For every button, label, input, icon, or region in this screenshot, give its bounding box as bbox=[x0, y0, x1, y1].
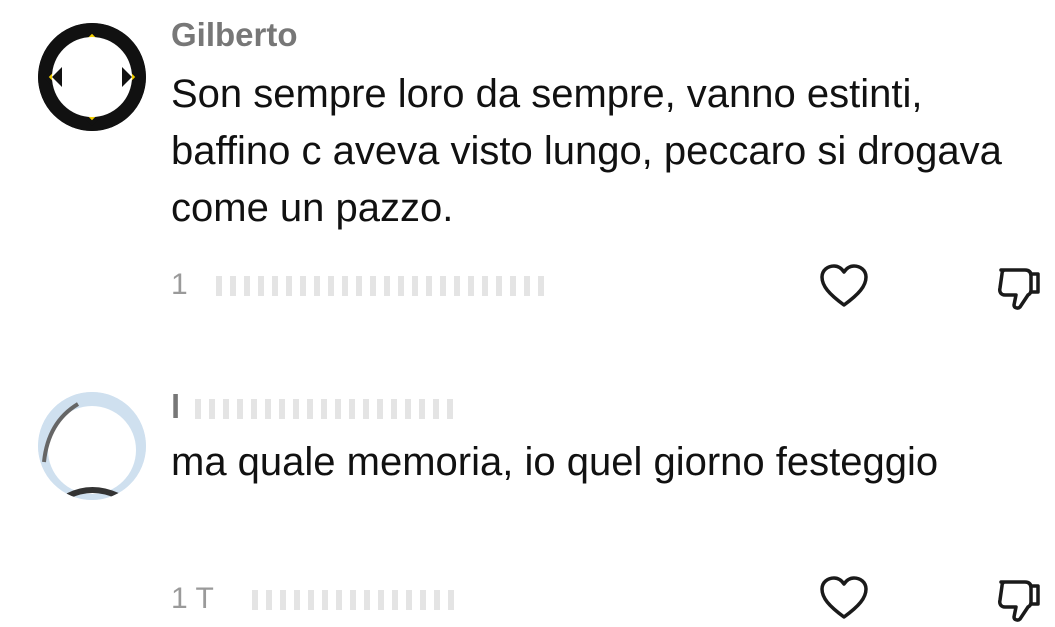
heart-icon bbox=[820, 576, 868, 619]
avatar[interactable] bbox=[38, 392, 146, 500]
thumbs-down-icon bbox=[998, 580, 1040, 622]
redacted-meta bbox=[251, 590, 462, 611]
heart-icon bbox=[820, 264, 868, 307]
redacted-author bbox=[195, 399, 456, 420]
avatar-image bbox=[38, 23, 146, 131]
redacted-meta bbox=[216, 276, 547, 297]
dislike-button[interactable] bbox=[992, 261, 1044, 313]
comment-author[interactable]: l bbox=[171, 388, 456, 426]
avatar[interactable] bbox=[38, 23, 146, 131]
comment-meta-text: 1 T bbox=[171, 582, 214, 615]
comment-meta: 1 bbox=[171, 268, 547, 302]
comment-item: l ma quale memoria, io quel giorno feste… bbox=[0, 370, 1055, 627]
comment-meta-text: 1 bbox=[171, 268, 188, 301]
avatar-image bbox=[38, 392, 146, 500]
comment-author[interactable]: Gilberto bbox=[171, 16, 298, 54]
comment-author-text: l bbox=[171, 388, 181, 425]
comment-item: Gilberto Son sempre loro da sempre, vann… bbox=[0, 0, 1055, 330]
like-button[interactable] bbox=[818, 261, 870, 313]
comment-meta: 1 T bbox=[171, 582, 462, 616]
comment-text: Son sempre loro da sempre, vanno estinti… bbox=[171, 72, 1002, 230]
dislike-button[interactable] bbox=[992, 573, 1044, 625]
comment-text: ma quale memoria, io quel giorno festegg… bbox=[171, 440, 939, 484]
thumbs-down-icon bbox=[998, 268, 1040, 310]
like-button[interactable] bbox=[818, 573, 870, 625]
